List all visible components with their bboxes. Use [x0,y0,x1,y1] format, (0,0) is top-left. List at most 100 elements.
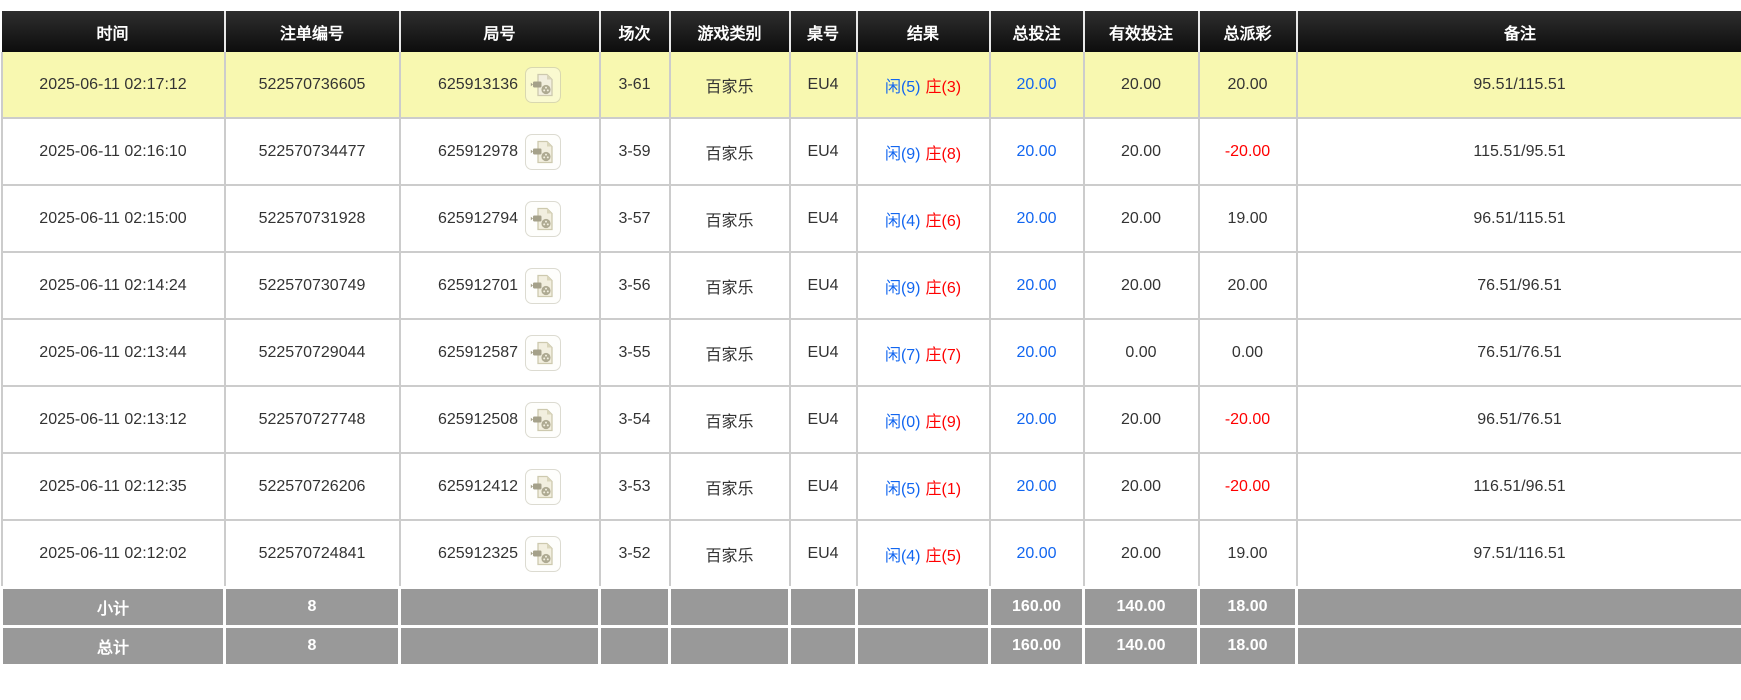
result-banker: 庄(6) [926,213,962,230]
video-replay-icon [530,340,556,366]
grand-total-payout: 18.00 [1199,627,1297,666]
grand-total-row: 总计 8 160.00 140.00 18.00 [2,627,1741,666]
cell-game-type: 百家乐 [670,185,790,252]
cell-payout: 19.00 [1199,185,1297,252]
table-row[interactable]: 2025-06-11 02:12:35 522570726206 6259124… [2,453,1741,520]
cell-result: 闲(7) 庄(7) [857,319,990,386]
cell-round-id: 625913136 [400,52,600,118]
video-replay-button[interactable] [525,335,561,371]
cell-total-bet: 20.00 [990,453,1084,520]
cell-game-type: 百家乐 [670,520,790,588]
cell-payout: 0.00 [1199,319,1297,386]
result-banker: 庄(3) [926,79,962,96]
result-player: 闲(9) [885,146,921,163]
col-result: 结果 [857,11,990,52]
table-row[interactable]: 2025-06-11 02:13:12 522570727748 6259125… [2,386,1741,453]
round-number: 625912412 [438,478,518,496]
grand-total-empty-cell [600,627,670,666]
cell-time: 2025-06-11 02:14:24 [2,252,225,319]
cell-round-id: 625912701 [400,252,600,319]
subtotal-valid-bet: 140.00 [1084,588,1199,627]
table-row[interactable]: 2025-06-11 02:14:24 522570730749 6259127… [2,252,1741,319]
col-round-id: 局号 [400,11,600,52]
cell-time: 2025-06-11 02:12:02 [2,520,225,588]
result-player: 闲(5) [885,79,921,96]
subtotal-total-bet: 160.00 [990,588,1084,627]
result-banker: 庄(6) [926,280,962,297]
cell-payout: 19.00 [1199,520,1297,588]
cell-table-no: EU4 [790,319,857,386]
cell-bet-id: 522570727748 [225,386,400,453]
cell-game-type: 百家乐 [670,319,790,386]
result-banker: 庄(8) [926,146,962,163]
cell-result: 闲(0)庄(9) [857,386,990,453]
video-replay-button[interactable] [525,268,561,304]
subtotal-label: 小计 [2,588,225,627]
col-time: 时间 [2,11,225,52]
table-row[interactable]: 2025-06-11 02:13:44 522570729044 6259125… [2,319,1741,386]
cell-note: 115.51/95.51 [1297,118,1741,185]
cell-table-no: EU4 [790,453,857,520]
grand-total-total-bet: 160.00 [990,627,1084,666]
cell-valid-bet: 20.00 [1084,52,1199,118]
cell-round-id: 625912978 [400,118,600,185]
cell-session: 3-56 [600,252,670,319]
cell-session: 3-57 [600,185,670,252]
records-body: 2025-06-11 02:17:12 522570736605 6259131… [2,52,1741,588]
grand-total-empty-cell [857,627,990,666]
col-total-bet: 总投注 [990,11,1084,52]
result-banker: 庄(7) [926,347,962,364]
video-replay-icon [530,541,556,567]
grand-total-empty-cell [670,627,790,666]
cell-time: 2025-06-11 02:16:10 [2,118,225,185]
cell-bet-id: 522570724841 [225,520,400,588]
cell-total-bet: 20.00 [990,319,1084,386]
round-number: 625912701 [438,277,518,295]
video-replay-icon [530,139,556,165]
result-player: 闲(9) [885,280,921,297]
video-replay-button[interactable] [525,134,561,170]
cell-note: 95.51/115.51 [1297,52,1741,118]
subtotal-empty-cell [857,588,990,627]
cell-round-id: 625912325 [400,520,600,588]
round-number: 625912508 [438,411,518,429]
grand-total-empty-cell [1297,627,1741,666]
video-replay-button[interactable] [525,67,561,103]
summary-section: 小计 8 160.00 140.00 18.00 总计 8 160.00 140… [2,588,1741,666]
cell-valid-bet: 20.00 [1084,386,1199,453]
video-replay-button[interactable] [525,469,561,505]
video-replay-button[interactable] [525,402,561,438]
cell-bet-id: 522570734477 [225,118,400,185]
table-row[interactable]: 2025-06-11 02:12:02 522570724841 6259123… [2,520,1741,588]
cell-result: 闲(9) 庄(8) [857,118,990,185]
round-number: 625912325 [438,545,518,563]
cell-bet-id: 522570729044 [225,319,400,386]
cell-total-bet: 20.00 [990,118,1084,185]
cell-game-type: 百家乐 [670,453,790,520]
video-replay-icon [530,72,556,98]
result-player: 闲(7) [885,347,921,364]
col-table-no: 桌号 [790,11,857,52]
cell-table-no: EU4 [790,252,857,319]
cell-note: 116.51/96.51 [1297,453,1741,520]
video-replay-button[interactable] [525,201,561,237]
table-row[interactable]: 2025-06-11 02:17:12 522570736605 6259131… [2,52,1741,118]
table-row[interactable]: 2025-06-11 02:16:10 522570734477 6259129… [2,118,1741,185]
cell-result: 闲(5) 庄(3) [857,52,990,118]
cell-round-id: 625912508 [400,386,600,453]
cell-total-bet: 20.00 [990,185,1084,252]
cell-session: 3-61 [600,52,670,118]
result-player: 闲(5) [885,481,921,498]
bet-records-table: 时间 注单编号 局号 场次 游戏类别 桌号 结果 总投注 有效投注 总派彩 备注… [0,11,1741,667]
table-row[interactable]: 2025-06-11 02:15:00 522570731928 6259127… [2,185,1741,252]
cell-session: 3-59 [600,118,670,185]
col-game-type: 游戏类别 [670,11,790,52]
cell-table-no: EU4 [790,185,857,252]
cell-valid-bet: 20.00 [1084,185,1199,252]
grand-total-label: 总计 [2,627,225,666]
result-banker: 庄(1) [926,481,962,498]
cell-result: 闲(9) 庄(6) [857,252,990,319]
video-replay-button[interactable] [525,536,561,572]
cell-note: 76.51/76.51 [1297,319,1741,386]
cell-bet-id: 522570731928 [225,185,400,252]
